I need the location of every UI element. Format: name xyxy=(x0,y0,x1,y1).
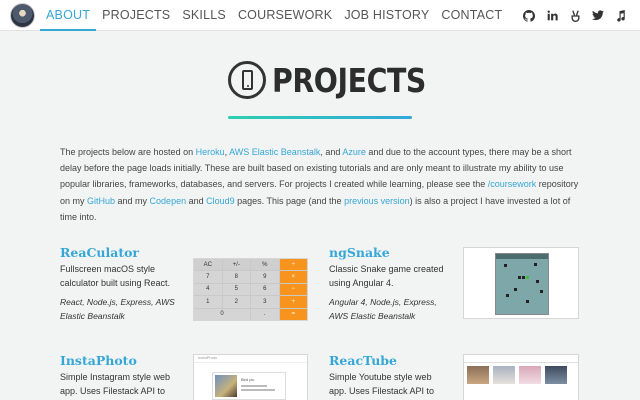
project-card-reactube: ReacTube Simple Youtube style web app. U… xyxy=(329,353,449,398)
angellist-icon[interactable] xyxy=(564,9,586,22)
github-icon[interactable] xyxy=(518,9,540,22)
project-description: Fullscreen macOS style calculator built … xyxy=(60,264,171,288)
avatar[interactable] xyxy=(10,3,35,28)
calculator-keypad: AC +/- % ÷ 7 8 9 × 4 5 6 − 1 2 3 + 0 . = xyxy=(194,259,307,320)
page-title: PROJECTS xyxy=(272,60,426,100)
project-description: Classic Snake game created using Angular… xyxy=(329,264,444,288)
project-card-ngsnake: ngSnake Classic Snake game created using… xyxy=(329,245,449,323)
coursework-link[interactable]: /coursework xyxy=(488,179,537,189)
instaphoto-thumbnail[interactable]: InstaPhoto Bird pic xyxy=(193,354,308,400)
project-card-instaphoto: InstaPhoto Simple Instagram style web ap… xyxy=(60,353,180,398)
page-header: PROJECTS xyxy=(228,58,451,102)
nav-links: ABOUT PROJECTS SKILLS COURSEWORK JOB HIS… xyxy=(40,0,508,31)
title-underline xyxy=(228,116,412,119)
github-link[interactable]: GitHub xyxy=(87,196,115,206)
reaculator-thumbnail[interactable]: AC +/- % ÷ 7 8 9 × 4 5 6 − 1 2 3 + 0 . = xyxy=(193,258,308,321)
linkedin-icon[interactable] xyxy=(541,10,563,21)
nav-link-job-history[interactable]: JOB HISTORY xyxy=(338,0,435,31)
project-description: Simple Instagram style web app. Uses Fil… xyxy=(60,372,171,396)
snake-game-board xyxy=(495,253,549,315)
project-tech: React, Node.js, Express, AWS Elastic Bea… xyxy=(60,297,175,321)
project-title[interactable]: ReaCulator xyxy=(60,245,180,260)
cloud9-link[interactable]: Cloud9 xyxy=(206,196,235,206)
project-title[interactable]: InstaPhoto xyxy=(60,353,180,368)
nav-link-coursework[interactable]: COURSEWORK xyxy=(232,0,338,31)
nav-link-skills[interactable]: SKILLS xyxy=(176,0,232,31)
previous-version-link[interactable]: previous version xyxy=(344,196,410,206)
project-tech: Angular 4, Node.js, Express, AWS Elastic… xyxy=(329,297,437,321)
intro-paragraph: The projects below are hosted on Heroku,… xyxy=(60,147,579,222)
ngsnake-thumbnail[interactable] xyxy=(463,247,579,319)
heroku-link[interactable]: Heroku xyxy=(196,147,225,157)
nav-link-projects[interactable]: PROJECTS xyxy=(96,0,176,31)
social-icons xyxy=(517,0,632,31)
codepen-link[interactable]: Codepen xyxy=(150,196,187,206)
reactube-thumbnail[interactable] xyxy=(463,354,579,400)
azure-link[interactable]: Azure xyxy=(342,147,366,157)
nav-link-contact[interactable]: CONTACT xyxy=(435,0,508,31)
project-title[interactable]: ngSnake xyxy=(329,245,449,260)
nav-link-about[interactable]: ABOUT xyxy=(40,0,97,31)
mobile-phone-icon xyxy=(228,61,266,99)
music-icon[interactable] xyxy=(610,9,632,22)
project-description: Simple Youtube style web app. Uses Files… xyxy=(329,372,435,396)
aws-elastic-beanstalk-link[interactable]: AWS Elastic Beanstalk xyxy=(229,147,320,157)
project-title[interactable]: ReacTube xyxy=(329,353,449,368)
top-navbar: ABOUT PROJECTS SKILLS COURSEWORK JOB HIS… xyxy=(0,0,640,31)
twitter-icon[interactable] xyxy=(587,10,609,21)
project-card-reaculator: ReaCulator Fullscreen macOS style calcul… xyxy=(60,245,180,323)
